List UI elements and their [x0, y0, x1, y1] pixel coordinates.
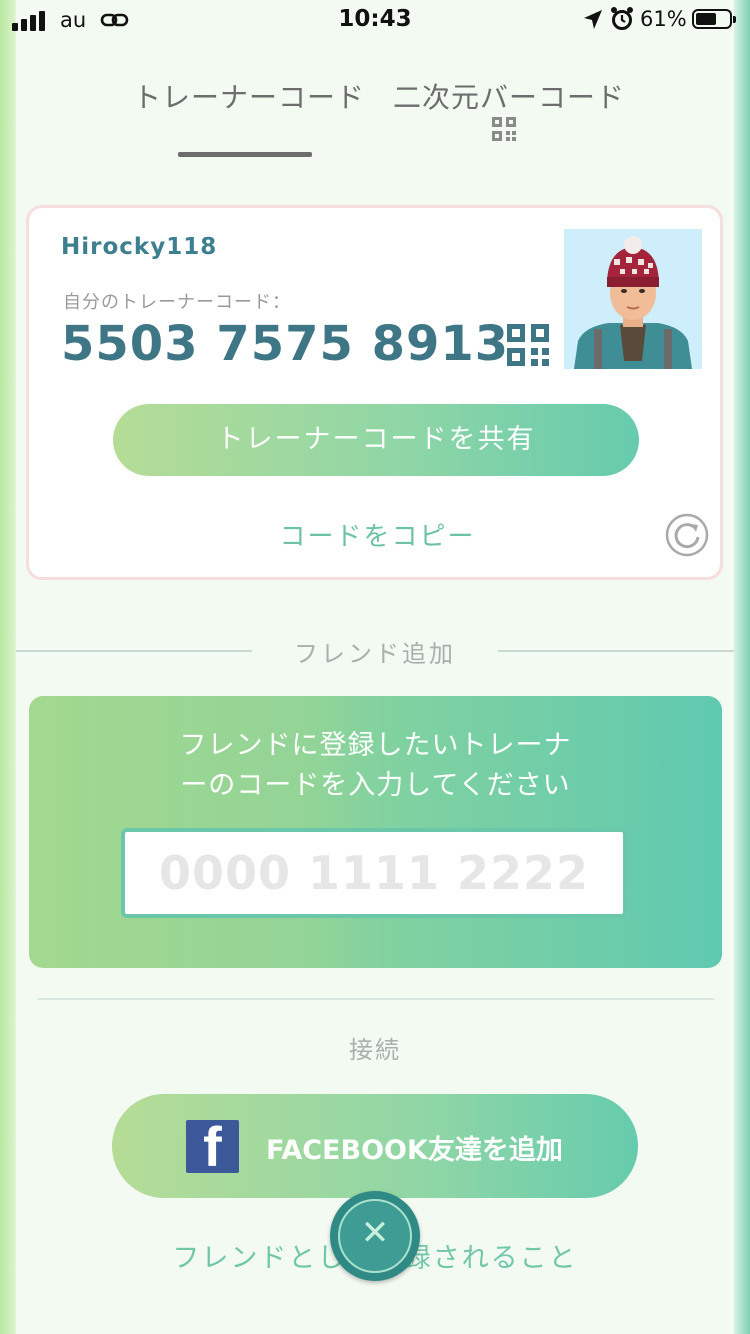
friend-instructions-line-1: フレンドに登録したいトレーナ	[179, 730, 572, 761]
close-button[interactable]: ✕	[330, 1191, 420, 1281]
battery-percent: 61%	[640, 7, 687, 31]
tab-active-indicator	[178, 152, 312, 157]
battery-icon	[692, 9, 736, 29]
connect-heading: 接続	[349, 1036, 401, 1064]
trainer-username: Hirocky118	[61, 234, 218, 260]
location-arrow-icon	[582, 8, 604, 37]
close-icon: ✕	[360, 1213, 390, 1253]
trainer-code-label: 自分のトレーナーコード：	[63, 292, 291, 313]
friend-instructions-line-2: ーのコードを入力してください	[180, 770, 571, 801]
alarm-icon	[610, 6, 634, 37]
friend-code-entry-box: フレンドに登録したいトレーナ ーのコードを入力してください	[29, 696, 722, 968]
trainer-card: Hirocky118 自分のトレーナーコード： 5503 7575 8913 ト…	[26, 205, 723, 580]
trainer-avatar[interactable]	[564, 229, 702, 369]
trainer-code-value: 5503 7575 8913	[61, 316, 510, 372]
facebook-button-label: FACEBOOK友達を追加	[266, 1135, 563, 1166]
share-trainer-code-button[interactable]: トレーナーコードを共有	[113, 404, 639, 476]
refresh-icon[interactable]	[665, 513, 709, 557]
qr-code-icon[interactable]	[492, 117, 517, 142]
tab-qr-code[interactable]: 二次元バーコード	[393, 76, 625, 116]
clock-time: 10:43	[338, 6, 412, 32]
status-bar: au 10:43 61%	[0, 0, 750, 44]
copy-code-link[interactable]: コードをコピー	[29, 516, 726, 553]
add-facebook-friends-button[interactable]: f FACEBOOK友達を追加	[112, 1094, 638, 1198]
friend-code-instructions: フレンドに登録したいトレーナ ーのコードを入力してください	[29, 726, 722, 806]
facebook-icon: f	[186, 1115, 239, 1178]
tab-trainer-code[interactable]: トレーナーコード	[133, 76, 365, 116]
qr-code-icon[interactable]	[507, 324, 549, 366]
friend-add-heading: フレンド追加	[294, 640, 456, 668]
divider-connect	[38, 998, 714, 1000]
friend-code-input[interactable]	[121, 828, 627, 918]
